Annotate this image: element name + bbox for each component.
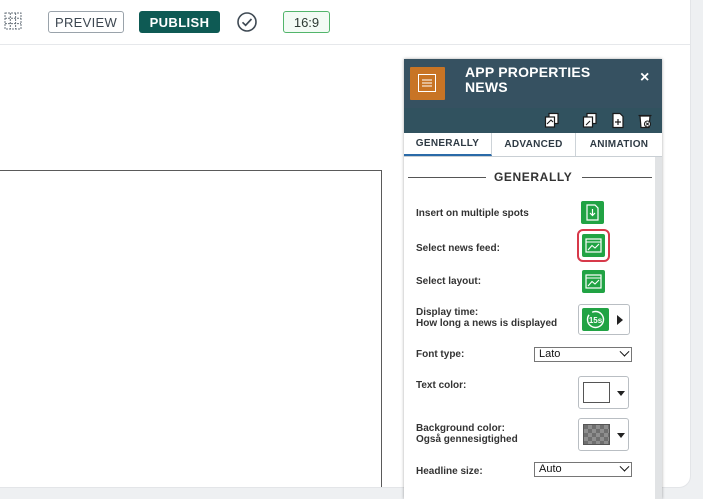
- headline-size-select[interactable]: Auto: [534, 461, 632, 477]
- panel-header: APP PROPERTIES NEWS ×: [404, 59, 662, 108]
- select-feed-button[interactable]: [582, 234, 605, 257]
- publish-button[interactable]: PUBLISH: [139, 11, 220, 33]
- display-time-desc: How long a news is displayed: [416, 318, 558, 329]
- select-feed-label: Select news feed:: [416, 243, 500, 254]
- dropdown-triangle-icon: [617, 391, 625, 396]
- font-type-select[interactable]: Lato: [534, 346, 632, 362]
- display-time-button[interactable]: 15s: [578, 304, 630, 335]
- section-title: GENERALLY: [494, 170, 573, 184]
- editor-toolbar: PREVIEW PUBLISH 16:9: [0, 0, 690, 45]
- aspect-ratio-button[interactable]: 16:9: [283, 11, 330, 33]
- background-color-swatch: [583, 424, 610, 445]
- panel-tabs: GENERALLY ADVANCED ANIMATION: [404, 133, 662, 157]
- panel-icon-bar: [404, 108, 662, 133]
- play-arrow-icon: [617, 315, 623, 325]
- section-header: GENERALLY: [408, 170, 652, 184]
- panel-title-line1: APP PROPERTIES: [465, 64, 591, 80]
- font-type-label: Font type:: [416, 349, 465, 360]
- insert-multiple-button[interactable]: [581, 201, 604, 224]
- tab-generally[interactable]: GENERALLY: [404, 133, 492, 156]
- insert-file-icon: [586, 204, 599, 221]
- panel-title-line2: NEWS: [465, 79, 508, 95]
- font-type-value: Lato: [539, 348, 561, 360]
- select-layout-label: Select layout:: [416, 276, 482, 287]
- display-time-title: Display time:: [416, 307, 479, 318]
- chevron-down-icon: [619, 346, 630, 357]
- grid-icon[interactable]: [3, 11, 23, 31]
- headline-size-value: Auto: [539, 463, 562, 475]
- chevron-down-icon: [619, 461, 630, 472]
- news-app-icon: [410, 67, 445, 100]
- tab-advanced[interactable]: ADVANCED: [492, 133, 576, 156]
- text-color-swatch: [583, 382, 610, 403]
- duplicate-icon[interactable]: [610, 112, 626, 129]
- bg-color-title: Background color:: [416, 423, 505, 434]
- timer-icon: 15s: [582, 308, 609, 331]
- tab-animation[interactable]: ANIMATION: [576, 133, 662, 156]
- preview-button[interactable]: PREVIEW: [48, 11, 124, 33]
- delete-icon[interactable]: [637, 112, 653, 129]
- text-color-label: Text color:: [416, 380, 467, 391]
- headline-size-label: Headline size:: [416, 466, 483, 477]
- check-circle-icon[interactable]: [236, 11, 258, 33]
- panel-title: APP PROPERTIES NEWS: [465, 65, 590, 95]
- news-feed-icon: [585, 238, 602, 253]
- bg-color-desc: Også gennesigtighed: [416, 434, 518, 445]
- panel-scrollbar[interactable]: [655, 157, 662, 499]
- copy-icon[interactable]: [544, 112, 560, 129]
- insert-multiple-label: Insert on multiple spots: [416, 208, 529, 219]
- background-color-picker[interactable]: [578, 418, 629, 451]
- canvas-area[interactable]: [0, 170, 382, 487]
- close-icon[interactable]: ×: [640, 69, 649, 87]
- dropdown-triangle-icon: [617, 433, 625, 438]
- layout-icon: [585, 274, 602, 289]
- display-time-label: Display time: How long a news is display…: [416, 307, 557, 329]
- timer-value: 15s: [589, 316, 603, 325]
- paste-icon[interactable]: [582, 112, 598, 129]
- bg-color-label: Background color: Også gennesigtighed: [416, 423, 518, 445]
- select-layout-button[interactable]: [582, 270, 605, 293]
- text-color-picker[interactable]: [578, 376, 629, 409]
